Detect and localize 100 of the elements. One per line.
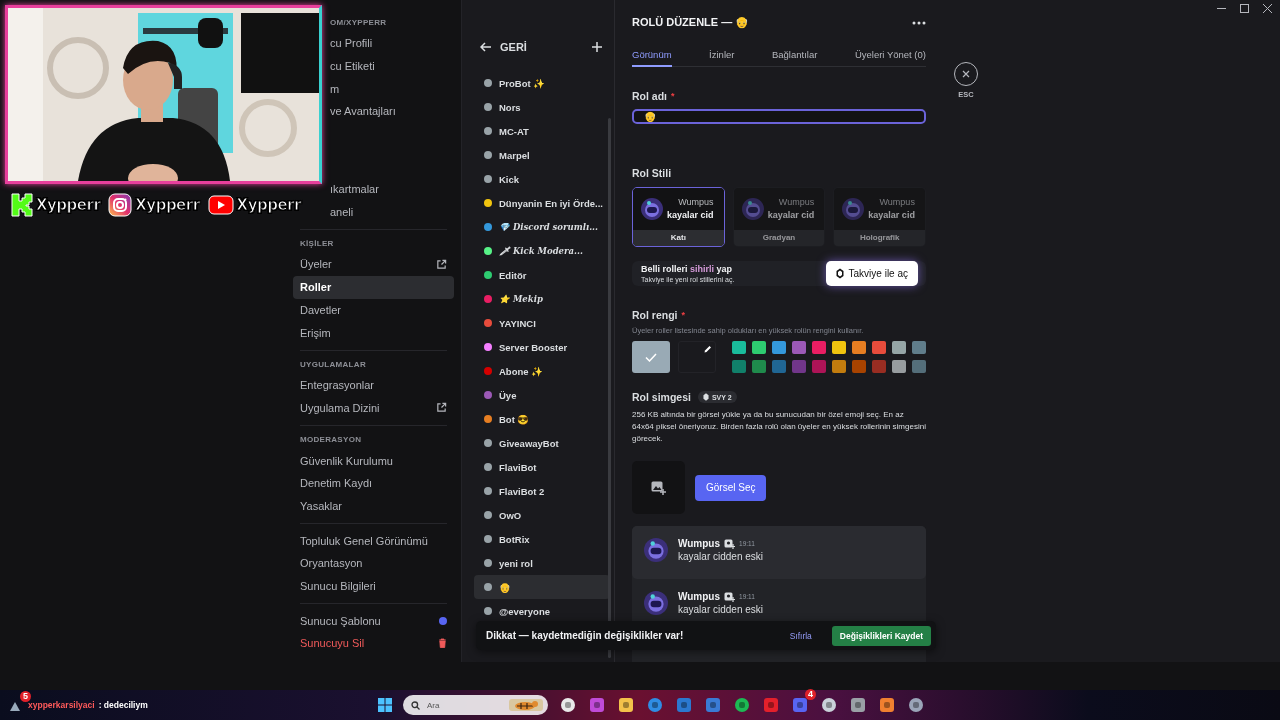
sidebar-item[interactable]: cu Etiketi [323, 54, 454, 78]
sidebar-item[interactable]: ve Avantajları [323, 100, 454, 123]
role-item[interactable]: YAYINCI [474, 311, 610, 335]
app-icon[interactable] [821, 697, 837, 713]
sidebar-item[interactable]: Üyeler [293, 253, 454, 276]
sidebar-item[interactable]: Entegrasyonlar [293, 373, 454, 397]
sidebar-item[interactable]: Güvenlik Kurulumu [293, 449, 454, 472]
sidebar-item[interactable]: Uygulama Dizini [293, 396, 454, 420]
search-input[interactable]: Ara [425, 699, 504, 711]
default-color-swatch[interactable] [632, 341, 670, 373]
sidebar-item[interactable]: Sunucu Şablonu [293, 609, 454, 633]
role-item[interactable]: 👴 [474, 575, 610, 599]
plus-icon[interactable] [592, 42, 602, 52]
section-header: KİŞİLER [300, 238, 335, 251]
color-swatch[interactable] [852, 341, 866, 354]
reset-link[interactable]: Sıfırla [783, 629, 818, 642]
sidebar-item[interactable]: Erişim [293, 321, 454, 344]
sidebar-item[interactable]: Roller [293, 275, 454, 299]
sidebar-item[interactable]: Topluluk Genel Görünümü [293, 529, 454, 552]
style-option[interactable]: Wumpus kayalar cid Katı [632, 187, 725, 247]
role-item[interactable]: 🗡 Kick Modera... [474, 239, 610, 263]
role-item[interactable]: Kick [474, 167, 610, 191]
role-item[interactable]: Nors [474, 95, 610, 119]
color-swatch[interactable] [812, 360, 826, 373]
color-swatch[interactable] [772, 341, 786, 354]
role-item[interactable]: OwO [474, 503, 610, 527]
close-icon[interactable] [1263, 4, 1272, 13]
role-name-field[interactable]: 👴 [632, 109, 926, 124]
color-swatch[interactable] [812, 341, 826, 354]
back-link[interactable]: GERİ [500, 41, 584, 53]
field-label: Rol rengi [632, 309, 678, 321]
role-item[interactable]: Marpel [474, 143, 610, 167]
sidebar-item[interactable]: Davetler [293, 298, 454, 322]
avatar-icon [641, 198, 663, 220]
role-item[interactable]: yeni rol [474, 551, 610, 575]
tab[interactable]: Bağlantılar [771, 49, 818, 67]
color-swatch[interactable] [852, 360, 866, 373]
sidebar-item[interactable]: Denetim Kaydı [293, 471, 454, 495]
role-item[interactable]: @everyone [474, 599, 610, 623]
color-swatch[interactable] [832, 360, 846, 373]
social-handle: Xypperr [236, 196, 301, 214]
avatar-icon [842, 198, 865, 220]
app-icon[interactable] [879, 697, 895, 713]
boost-button[interactable]: Takviye ile aç [825, 261, 918, 286]
section-header: MODERASYON [300, 434, 363, 447]
tab[interactable]: Görünüm [632, 49, 672, 67]
color-swatch[interactable] [752, 360, 766, 373]
custom-color-swatch[interactable] [677, 341, 716, 373]
role-item[interactable]: Abone ✨ [474, 359, 610, 383]
color-swatch[interactable] [732, 360, 746, 373]
color-swatch[interactable] [752, 341, 766, 354]
color-swatch[interactable] [912, 360, 926, 373]
color-swatch[interactable] [792, 341, 806, 354]
app-icon[interactable] [908, 697, 924, 713]
maximize-icon[interactable] [1240, 4, 1249, 13]
role-item[interactable]: Editör [474, 263, 610, 287]
role-item[interactable]: 💎 Discord sorumlı... [474, 215, 610, 239]
tab[interactable]: Üyeleri Yönet (0) [854, 49, 926, 67]
choose-image-button[interactable]: Görsel Seç [695, 474, 767, 501]
color-swatch[interactable] [872, 360, 886, 373]
windows-icon[interactable] [378, 698, 392, 712]
sidebar-item[interactable]: ıkartmalar [323, 177, 454, 201]
icon-upload-box[interactable] [632, 461, 685, 514]
app-icon[interactable] [850, 697, 866, 713]
sidebar-item[interactable]: cu Profili [323, 32, 454, 55]
color-swatch[interactable] [892, 360, 906, 373]
color-swatch[interactable] [912, 341, 926, 354]
color-swatch[interactable] [832, 341, 846, 354]
gem-icon [835, 268, 844, 279]
sidebar-item[interactable]: Yasaklar [293, 494, 454, 518]
role-item[interactable]: Dünyanin En iyi Örde... [474, 191, 610, 215]
role-item[interactable]: BotRix [474, 527, 610, 551]
role-item[interactable]: Üye [474, 383, 610, 407]
save-button[interactable]: Değişiklikleri Kaydet [831, 625, 931, 646]
sidebar-item[interactable]: aneli [323, 200, 454, 224]
role-item[interactable]: GiveawayBot [474, 431, 610, 455]
role-item[interactable]: FlaviBot 2 [474, 479, 610, 503]
color-swatch[interactable] [732, 341, 746, 354]
notification-badge: 5 [20, 691, 31, 702]
search-bar[interactable]: Ara [403, 695, 548, 715]
sidebar-item[interactable]: Oryantasyon [293, 552, 454, 575]
role-item[interactable]: Server Booster [474, 335, 610, 359]
role-item[interactable]: MC-AT [474, 119, 610, 143]
color-swatch[interactable] [872, 341, 886, 354]
role-item[interactable]: Bot 😎 [474, 407, 610, 431]
sidebar-item[interactable]: m [323, 77, 454, 101]
role-item[interactable]: FlaviBot [474, 455, 610, 479]
sidebar-item[interactable]: Sunucuyu Sil [293, 632, 454, 655]
role-item[interactable]: ProBot ✨ [474, 71, 610, 95]
app-icon[interactable] [734, 697, 750, 713]
app-icon[interactable] [618, 697, 634, 713]
color-swatch[interactable] [772, 360, 786, 373]
app-icon[interactable] [560, 697, 576, 713]
more-icon[interactable] [912, 20, 926, 25]
role-item[interactable]: ⭐ Mekip [474, 287, 610, 311]
color-swatch[interactable] [892, 341, 906, 354]
color-swatch[interactable] [792, 360, 806, 373]
back-arrow-icon[interactable] [480, 42, 492, 52]
sidebar-item[interactable]: Sunucu Bilgileri [293, 574, 454, 598]
tab[interactable]: İzinler [709, 49, 735, 67]
